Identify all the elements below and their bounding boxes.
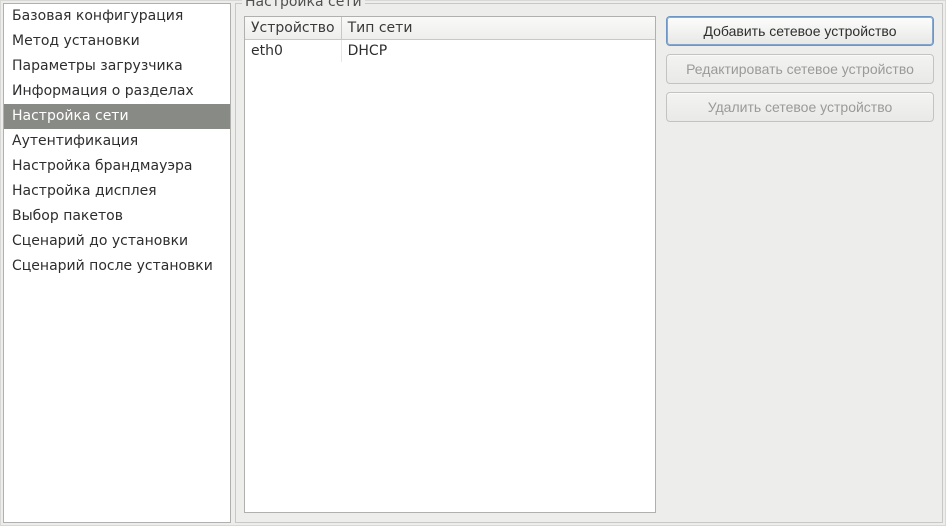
network-settings-group: Настройка сети Устройство Тип сети eth0D… [235, 3, 943, 523]
sidebar-item-6[interactable]: Настройка брандмауэра [4, 154, 230, 179]
sidebar-item-label: Метод установки [12, 33, 140, 49]
edit-network-device-button[interactable]: Редактировать сетевое устройство [666, 54, 934, 84]
sidebar-item-label: Параметры загрузчика [12, 58, 183, 74]
sidebar-item-8[interactable]: Выбор пакетов [4, 204, 230, 229]
table-row[interactable]: eth0DHCP [245, 40, 655, 63]
sidebar-item-label: Настройка сети [12, 108, 129, 124]
sidebar-item-10[interactable]: Сценарий после установки [4, 254, 230, 279]
sidebar-item-3[interactable]: Информация о разделах [4, 79, 230, 104]
sidebar-item-2[interactable]: Параметры загрузчика [4, 54, 230, 79]
column-header-nettype[interactable]: Тип сети [341, 17, 655, 40]
device-table: Устройство Тип сети eth0DHCP [245, 17, 655, 62]
delete-network-device-button[interactable]: Удалить сетевое устройство [666, 92, 934, 122]
sidebar-item-1[interactable]: Метод установки [4, 29, 230, 54]
sidebar-item-label: Информация о разделах [12, 83, 194, 99]
window-root: Базовая конфигурация Метод установки Парам… [0, 0, 946, 526]
sidebar-item-label: Базовая конфигурация [12, 8, 183, 24]
button-column: Добавить сетевое устройство Редактироват… [656, 12, 934, 514]
sidebar-item-label: Настройка дисплея [12, 183, 157, 199]
group-body: Устройство Тип сети eth0DHCP Добавить се… [236, 4, 942, 522]
sidebar-item-label: Сценарий до установки [12, 233, 188, 249]
sidebar-item-0[interactable]: Базовая конфигурация [4, 4, 230, 29]
sidebar-item-5[interactable]: Аутентификация [4, 129, 230, 154]
sidebar-item-label: Выбор пакетов [12, 208, 123, 224]
sidebar-item-label: Настройка брандмауэра [12, 158, 193, 174]
add-network-device-button[interactable]: Добавить сетевое устройство [666, 16, 934, 46]
column-header-device[interactable]: Устройство [245, 17, 341, 40]
sidebar-item-label: Аутентификация [12, 133, 138, 149]
sidebar-item-9[interactable]: Сценарий до установки [4, 229, 230, 254]
sidebar-nav-list[interactable]: Базовая конфигурация Метод установки Парам… [3, 3, 231, 523]
cell-device: eth0 [245, 40, 341, 63]
sidebar-item-4[interactable]: Настройка сети [4, 104, 230, 129]
sidebar-item-label: Сценарий после установки [12, 258, 213, 274]
device-table-container[interactable]: Устройство Тип сети eth0DHCP [244, 16, 656, 513]
group-title: Настройка сети [242, 0, 365, 9]
cell-nettype: DHCP [341, 40, 655, 63]
sidebar-item-7[interactable]: Настройка дисплея [4, 179, 230, 204]
main-panel: Настройка сети Устройство Тип сети eth0D… [235, 3, 943, 523]
